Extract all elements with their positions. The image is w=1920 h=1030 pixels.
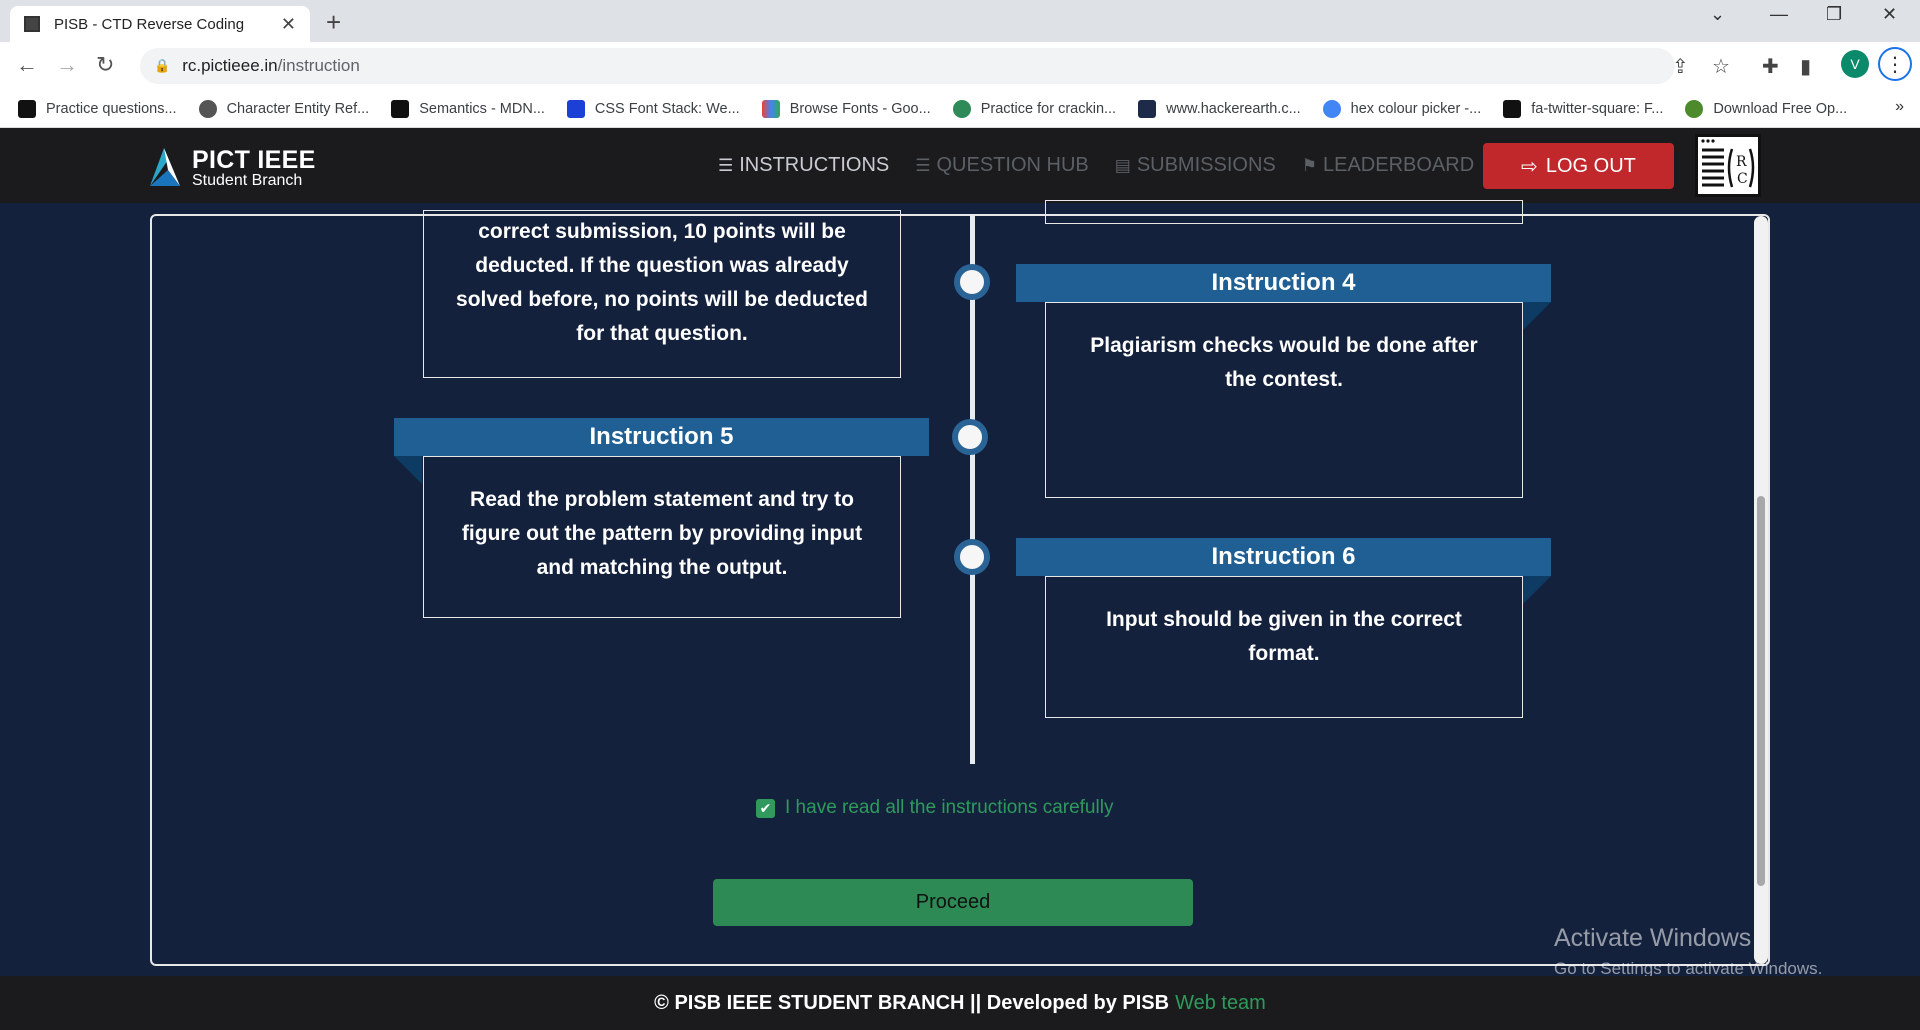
logo-title: PICT IEEE [192, 146, 316, 174]
instruction-5-text: Read the problem statement and try to fi… [461, 488, 863, 579]
google-fonts-icon [761, 99, 780, 118]
cssfont-icon [566, 99, 585, 118]
pisb-logo-icon [150, 148, 180, 186]
bookmark-item[interactable]: hex colour picker -... [1322, 99, 1481, 118]
tab-search-icon[interactable]: ⌄ [1710, 4, 1725, 25]
bookmark-item[interactable]: Practice for crackin... [952, 99, 1116, 118]
lock-icon: 🔒 [154, 58, 171, 73]
mdn-icon [391, 99, 410, 118]
back-icon[interactable]: ← [16, 52, 38, 78]
instruction-card [1045, 200, 1523, 224]
instruction-4-text: Plagiarism checks would be done after th… [1090, 334, 1478, 391]
side-panel-icon[interactable]: ▮ [1800, 54, 1811, 79]
globe-icon [198, 99, 217, 118]
more-bookmarks-icon[interactable]: » [1895, 98, 1904, 116]
list-icon: ☰ [718, 155, 734, 175]
browser-tab[interactable]: PISB - CTD Reverse Coding ✕ [10, 6, 310, 42]
ribbon-fold [394, 456, 422, 484]
instruction-6-title: Instruction 6 [1016, 538, 1551, 576]
proceed-button[interactable]: Proceed [713, 879, 1193, 926]
share-icon[interactable]: ⇪ [1672, 54, 1689, 79]
tab-favicon-icon [24, 16, 40, 32]
scrollbar-thumb[interactable] [1757, 496, 1765, 886]
panel-scrollbar[interactable] [1754, 216, 1768, 964]
instruction-4-title: Instruction 4 [1016, 264, 1551, 302]
app-navbar: PICT IEEE Student Branch ☰ INSTRUCTIONS ☰… [0, 128, 1920, 203]
reload-icon[interactable]: ↻ [96, 52, 114, 78]
svg-text:C: C [1737, 171, 1748, 187]
minimize-icon[interactable]: — [1770, 4, 1788, 25]
footer-text: © PISB IEEE STUDENT BRANCH || Developed … [654, 991, 1170, 1014]
instruction-4-card: Plagiarism checks would be done after th… [1045, 302, 1523, 498]
instruction-text: correct submission, 10 points will be de… [456, 220, 868, 345]
timeline-node [952, 419, 988, 455]
file-code-icon: ▤ [1114, 155, 1131, 175]
nav-links: ☰ INSTRUCTIONS ☰ QUESTION HUB ▤ SUBMISSIONS… [718, 154, 1474, 177]
svg-text:R: R [1736, 154, 1747, 170]
bookmark-item[interactable]: fa-twitter-square: F... [1503, 99, 1663, 118]
bookmark-item[interactable]: CSS Font Stack: We... [566, 99, 740, 118]
timeline-node [954, 264, 990, 300]
google-icon [1322, 99, 1341, 118]
instruction-6-card: Input should be given in the correct for… [1045, 576, 1523, 718]
bookmark-favicon-icon [18, 99, 36, 118]
url-path: /instruction [277, 56, 360, 75]
bookmark-item[interactable]: www.hackerearth.c... [1138, 99, 1301, 118]
instruction-5-title: Instruction 5 [394, 418, 929, 456]
leaf-icon [1685, 99, 1704, 118]
bookmark-item[interactable]: Semantics - MDN... [391, 99, 545, 118]
nav-submissions[interactable]: ▤ SUBMISSIONS [1115, 154, 1276, 177]
profile-avatar[interactable]: V [1841, 50, 1869, 78]
practice-icon [952, 99, 971, 118]
browser-menu-icon[interactable]: ⋮ [1878, 47, 1912, 81]
ribbon-fold [1523, 576, 1551, 604]
close-tab-icon[interactable]: ✕ [281, 14, 296, 35]
fontawesome-icon [1503, 99, 1522, 118]
windows-activation-watermark: Activate Windows Go to Settings to activ… [1554, 924, 1822, 979]
rc-logo-icon: R C [1701, 139, 1755, 188]
instruction-5-card: Read the problem statement and try to fi… [423, 456, 901, 618]
url-host: rc.pictieee.in [182, 56, 278, 75]
tab-title: PISB - CTD Reverse Coding [54, 15, 245, 33]
maximize-icon[interactable]: ❐ [1826, 4, 1842, 25]
new-tab-icon[interactable]: + [326, 7, 341, 38]
bookmark-star-icon[interactable]: ☆ [1712, 54, 1730, 79]
nav-instructions[interactable]: ☰ INSTRUCTIONS [718, 154, 889, 177]
rc-logo[interactable]: R C [1695, 134, 1761, 197]
nav-question-hub[interactable]: ☰ QUESTION HUB [915, 154, 1089, 177]
acknowledge-checkbox[interactable]: ✔ [756, 798, 775, 818]
address-bar[interactable]: 🔒 rc.pictieee.in/instruction [140, 48, 1675, 84]
flag-icon: ⚑ [1301, 155, 1317, 175]
instruction-card: correct submission, 10 points will be de… [423, 210, 901, 378]
bookmark-item[interactable]: Download Free Op... [1685, 99, 1847, 118]
instruction-6-text: Input should be given in the correct for… [1106, 608, 1462, 665]
logout-button[interactable]: ⇨ LOG OUT [1483, 143, 1674, 189]
hackerearth-icon [1138, 99, 1157, 118]
pisb-logo[interactable]: PICT IEEE Student Branch [148, 144, 318, 190]
ribbon-fold [1523, 302, 1551, 330]
timeline-node [954, 539, 990, 575]
bookmarks-bar: Practice questions... Character Entity R… [0, 90, 1920, 128]
browser-toolbar: ← → ↻ 🔒 rc.pictieee.in/instruction ⇪ ☆ ✚… [0, 42, 1920, 90]
bookmark-item[interactable]: Practice questions... [18, 99, 177, 118]
watermark-title: Activate Windows [1554, 924, 1752, 952]
extensions-icon[interactable]: ✚ [1762, 54, 1779, 79]
page-footer: © PISB IEEE STUDENT BRANCH || Developed … [0, 976, 1920, 1030]
logo-subtitle: Student Branch [192, 172, 303, 189]
footer-web-team-link[interactable]: Web team [1175, 992, 1266, 1015]
acknowledge-label: I have read all the instructions careful… [785, 797, 1114, 818]
acknowledge-checkbox-row[interactable]: ✔ I have read all the instructions caref… [756, 797, 1113, 819]
list-icon: ☰ [915, 155, 931, 175]
nav-leaderboard[interactable]: ⚑ LEADERBOARD [1302, 154, 1474, 177]
sign-out-icon: ⇨ [1521, 155, 1538, 178]
close-window-icon[interactable]: ✕ [1882, 4, 1897, 25]
browser-tab-bar: PISB - CTD Reverse Coding ✕ + ⌄ — ❐ ✕ [0, 0, 1920, 42]
forward-icon[interactable]: → [56, 52, 78, 78]
bookmark-item[interactable]: Character Entity Ref... [198, 99, 369, 118]
bookmark-item[interactable]: Browse Fonts - Goo... [761, 99, 931, 118]
